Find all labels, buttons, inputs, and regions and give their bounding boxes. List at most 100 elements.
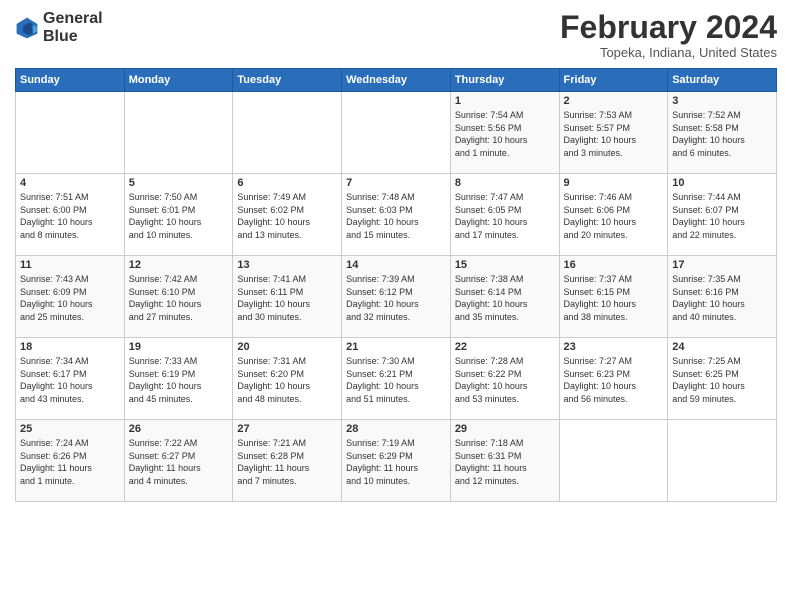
calendar-cell: 15 Sunrise: 7:38 AMSunset: 6:14 PMDayligh…: [450, 256, 559, 338]
day-number: 2: [564, 95, 664, 107]
day-info: Sunrise: 7:48 AMSunset: 6:03 PMDaylight:…: [346, 191, 446, 241]
calendar-cell: [16, 92, 125, 174]
header-row: SundayMondayTuesdayWednesdayThursdayFrid…: [16, 69, 777, 92]
calendar-cell: [124, 92, 233, 174]
day-header-thursday: Thursday: [450, 69, 559, 92]
day-info: Sunrise: 7:50 AMSunset: 6:01 PMDaylight:…: [129, 191, 229, 241]
calendar-cell: 13 Sunrise: 7:41 AMSunset: 6:11 PMDayligh…: [233, 256, 342, 338]
header: General Blue February 2024 Topeka, India…: [15, 10, 777, 60]
day-info: Sunrise: 7:22 AMSunset: 6:27 PMDaylight:…: [129, 437, 229, 487]
week-row-3: 18 Sunrise: 7:34 AMSunset: 6:17 PMDayligh…: [16, 338, 777, 420]
day-header-tuesday: Tuesday: [233, 69, 342, 92]
calendar-cell: 12 Sunrise: 7:42 AMSunset: 6:10 PMDayligh…: [124, 256, 233, 338]
calendar-cell: 28Sunrise: 7:19 AMSunset: 6:29 PMDayligh…: [342, 420, 451, 502]
day-number: 13: [237, 259, 337, 271]
title-block: February 2024 Topeka, Indiana, United St…: [560, 10, 777, 60]
day-info: Sunrise: 7:47 AMSunset: 6:05 PMDaylight:…: [455, 191, 555, 241]
day-info: Sunrise: 7:37 AMSunset: 6:15 PMDaylight:…: [564, 273, 664, 323]
calendar-cell: 24 Sunrise: 7:25 AMSunset: 6:25 PMDayligh…: [668, 338, 777, 420]
calendar-cell: 3Sunrise: 7:52 AMSunset: 5:58 PMDaylight…: [668, 92, 777, 174]
day-number: 7: [346, 177, 446, 189]
calendar-cell: [342, 92, 451, 174]
calendar-cell: 7 Sunrise: 7:48 AMSunset: 6:03 PMDaylight…: [342, 174, 451, 256]
calendar-cell: 5 Sunrise: 7:50 AMSunset: 6:01 PMDaylight…: [124, 174, 233, 256]
calendar-cell: 11 Sunrise: 7:43 AMSunset: 6:09 PMDayligh…: [16, 256, 125, 338]
calendar-cell: 14Sunrise: 7:39 AMSunset: 6:12 PMDayligh…: [342, 256, 451, 338]
day-info: Sunrise: 7:21 AMSunset: 6:28 PMDaylight:…: [237, 437, 337, 487]
day-number: 15: [455, 259, 555, 271]
day-header-wednesday: Wednesday: [342, 69, 451, 92]
calendar-cell: [559, 420, 668, 502]
day-info: Sunrise: 7:52 AMSunset: 5:58 PMDaylight:…: [672, 109, 772, 159]
calendar-cell: [668, 420, 777, 502]
calendar-cell: [233, 92, 342, 174]
calendar-table: SundayMondayTuesdayWednesdayThursdayFrid…: [15, 68, 777, 502]
day-number: 20: [237, 341, 337, 353]
day-info: Sunrise: 7:51 AMSunset: 6:00 PMDaylight:…: [20, 191, 120, 241]
day-info: Sunrise: 7:31 AMSunset: 6:20 PMDaylight:…: [237, 355, 337, 405]
day-number: 5: [129, 177, 229, 189]
day-info: Sunrise: 7:46 AMSunset: 6:06 PMDaylight:…: [564, 191, 664, 241]
day-number: 12: [129, 259, 229, 271]
day-number: 26: [129, 423, 229, 435]
day-number: 17: [672, 259, 772, 271]
day-number: 10: [672, 177, 772, 189]
day-info: Sunrise: 7:35 AMSunset: 6:16 PMDaylight:…: [672, 273, 772, 323]
day-number: 28: [346, 423, 446, 435]
day-info: Sunrise: 7:41 AMSunset: 6:11 PMDaylight:…: [237, 273, 337, 323]
calendar-cell: 10 Sunrise: 7:44 AMSunset: 6:07 PMDayligh…: [668, 174, 777, 256]
day-info: Sunrise: 7:43 AMSunset: 6:09 PMDaylight:…: [20, 273, 120, 323]
calendar-cell: 27 Sunrise: 7:21 AMSunset: 6:28 PMDayligh…: [233, 420, 342, 502]
day-info: Sunrise: 7:18 AMSunset: 6:31 PMDaylight:…: [455, 437, 555, 487]
day-number: 14: [346, 259, 446, 271]
day-number: 19: [129, 341, 229, 353]
calendar-cell: 8 Sunrise: 7:47 AMSunset: 6:05 PMDaylight…: [450, 174, 559, 256]
calendar-cell: 25 Sunrise: 7:24 AMSunset: 6:26 PMDayligh…: [16, 420, 125, 502]
day-info: Sunrise: 7:30 AMSunset: 6:21 PMDaylight:…: [346, 355, 446, 405]
location: Topeka, Indiana, United States: [560, 45, 777, 60]
day-header-friday: Friday: [559, 69, 668, 92]
calendar-cell: 19Sunrise: 7:33 AMSunset: 6:19 PMDayligh…: [124, 338, 233, 420]
day-info: Sunrise: 7:53 AMSunset: 5:57 PMDaylight:…: [564, 109, 664, 159]
calendar-cell: 9 Sunrise: 7:46 AMSunset: 6:06 PMDaylight…: [559, 174, 668, 256]
day-number: 27: [237, 423, 337, 435]
week-row-1: 4 Sunrise: 7:51 AMSunset: 6:00 PMDaylight…: [16, 174, 777, 256]
day-number: 4: [20, 177, 120, 189]
day-number: 24: [672, 341, 772, 353]
day-info: Sunrise: 7:24 AMSunset: 6:26 PMDaylight:…: [20, 437, 120, 487]
day-number: 18: [20, 341, 120, 353]
calendar-cell: 26 Sunrise: 7:22 AMSunset: 6:27 PMDayligh…: [124, 420, 233, 502]
calendar-cell: 18 Sunrise: 7:34 AMSunset: 6:17 PMDayligh…: [16, 338, 125, 420]
day-number: 25: [20, 423, 120, 435]
day-number: 9: [564, 177, 664, 189]
week-row-4: 25 Sunrise: 7:24 AMSunset: 6:26 PMDayligh…: [16, 420, 777, 502]
calendar-container: General Blue February 2024 Topeka, India…: [0, 0, 792, 612]
day-info: Sunrise: 7:42 AMSunset: 6:10 PMDaylight:…: [129, 273, 229, 323]
day-number: 8: [455, 177, 555, 189]
calendar-cell: 4 Sunrise: 7:51 AMSunset: 6:00 PMDaylight…: [16, 174, 125, 256]
month-title: February 2024: [560, 10, 777, 45]
calendar-cell: 23 Sunrise: 7:27 AMSunset: 6:23 PMDayligh…: [559, 338, 668, 420]
day-number: 11: [20, 259, 120, 271]
day-header-sunday: Sunday: [16, 69, 125, 92]
calendar-cell: 20 Sunrise: 7:31 AMSunset: 6:20 PMDayligh…: [233, 338, 342, 420]
day-info: Sunrise: 7:28 AMSunset: 6:22 PMDaylight:…: [455, 355, 555, 405]
day-info: Sunrise: 7:38 AMSunset: 6:14 PMDaylight:…: [455, 273, 555, 323]
day-number: 23: [564, 341, 664, 353]
day-info: Sunrise: 7:44 AMSunset: 6:07 PMDaylight:…: [672, 191, 772, 241]
week-row-2: 11 Sunrise: 7:43 AMSunset: 6:09 PMDayligh…: [16, 256, 777, 338]
logo: General Blue: [15, 10, 103, 45]
calendar-header: SundayMondayTuesdayWednesdayThursdayFrid…: [16, 69, 777, 92]
calendar-cell: 22Sunrise: 7:28 AMSunset: 6:22 PMDayligh…: [450, 338, 559, 420]
day-info: Sunrise: 7:54 AMSunset: 5:56 PMDaylight:…: [455, 109, 555, 159]
day-info: Sunrise: 7:27 AMSunset: 6:23 PMDaylight:…: [564, 355, 664, 405]
calendar-cell: 21Sunrise: 7:30 AMSunset: 6:21 PMDayligh…: [342, 338, 451, 420]
calendar-cell: 29Sunrise: 7:18 AMSunset: 6:31 PMDayligh…: [450, 420, 559, 502]
day-info: Sunrise: 7:25 AMSunset: 6:25 PMDaylight:…: [672, 355, 772, 405]
day-info: Sunrise: 7:49 AMSunset: 6:02 PMDaylight:…: [237, 191, 337, 241]
calendar-cell: 1Sunrise: 7:54 AMSunset: 5:56 PMDaylight…: [450, 92, 559, 174]
calendar-cell: 2 Sunrise: 7:53 AMSunset: 5:57 PMDaylight…: [559, 92, 668, 174]
day-info: Sunrise: 7:34 AMSunset: 6:17 PMDaylight:…: [20, 355, 120, 405]
calendar-body: 1Sunrise: 7:54 AMSunset: 5:56 PMDaylight…: [16, 92, 777, 502]
day-header-saturday: Saturday: [668, 69, 777, 92]
